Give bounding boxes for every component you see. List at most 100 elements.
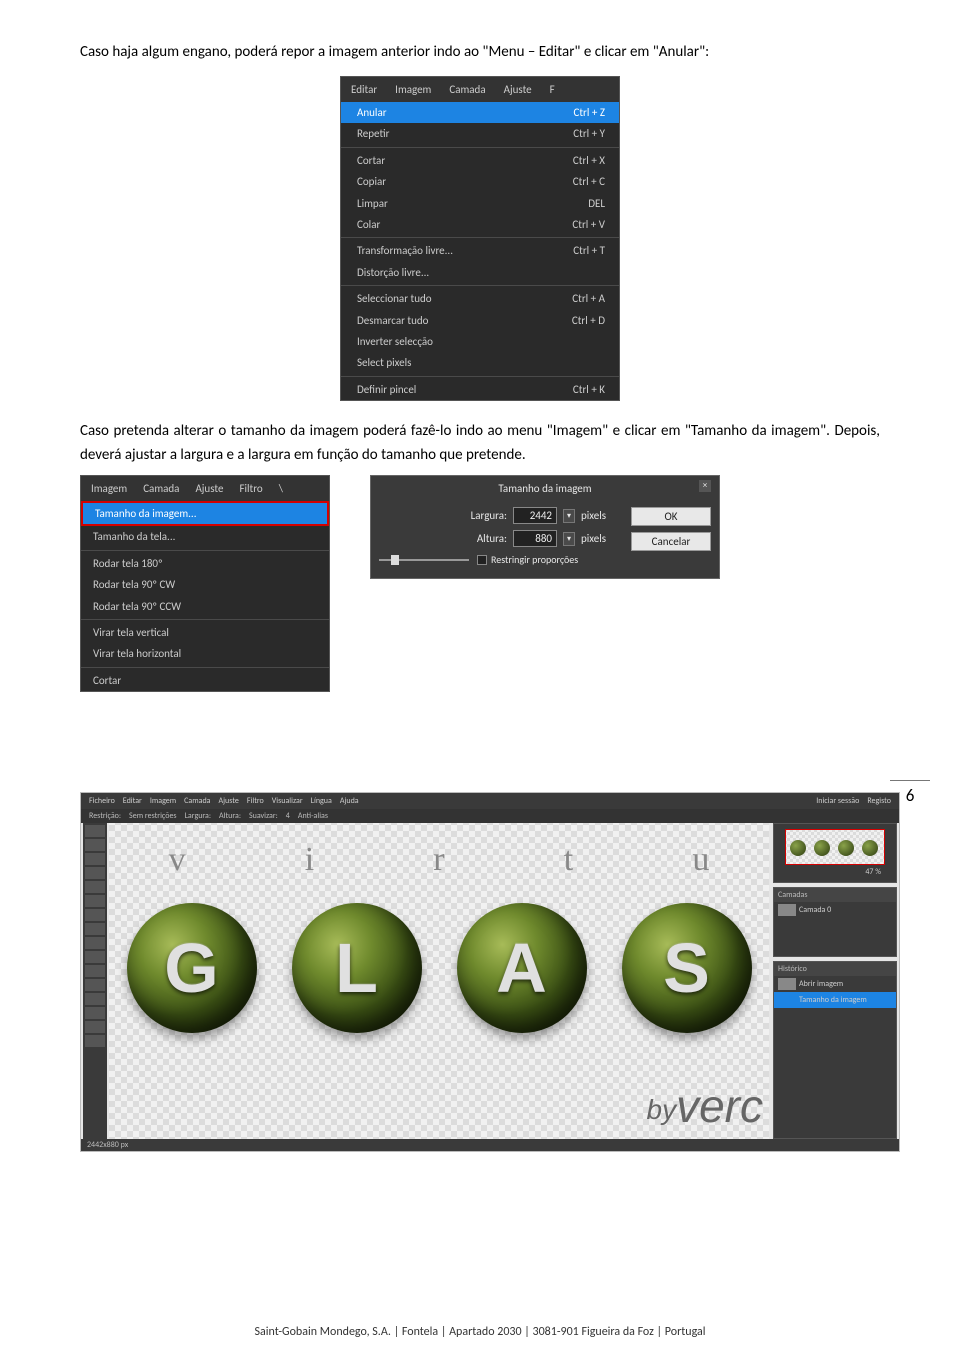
menu-item-shortcut: Ctrl + T — [573, 243, 605, 258]
zoom-slider[interactable] — [379, 559, 469, 561]
menu-item-select-pixels[interactable]: Select pixels — [341, 352, 619, 373]
history-thumb-icon — [778, 994, 796, 1006]
menu-item-shortcut: Ctrl + Z — [573, 105, 605, 120]
layer-row[interactable]: Camada 0 — [774, 902, 896, 918]
tool-icon[interactable] — [85, 979, 105, 991]
paragraph-intro-1: Caso haja algum engano, poderá repor a i… — [80, 40, 880, 64]
largura-unit: pixels — [581, 509, 621, 522]
menu-item-label: Rodar tela 90º CW — [93, 577, 175, 592]
editor-menu-item[interactable]: Ajuda — [340, 796, 359, 806]
menu-item-anular[interactable]: Anular Ctrl + Z — [341, 102, 619, 123]
editor-menu-item[interactable]: Editar — [123, 796, 142, 806]
orb: S — [622, 903, 752, 1033]
editor-link-login[interactable]: Iniciar sessão — [816, 796, 859, 806]
tool-icon[interactable] — [85, 1007, 105, 1019]
navigator-thumb[interactable] — [785, 829, 885, 865]
altura-input[interactable]: 880 — [513, 530, 557, 547]
tool-icon[interactable] — [85, 825, 105, 837]
tool-icon[interactable] — [85, 867, 105, 879]
largura-input[interactable]: 2442 — [513, 507, 557, 524]
dialog-title: Tamanho da imagem × — [375, 480, 715, 501]
optbar-value: 4 — [286, 811, 290, 821]
tool-icon[interactable] — [85, 895, 105, 907]
tool-icon[interactable] — [85, 993, 105, 1005]
editor-menu-item[interactable]: Língua — [311, 796, 332, 806]
menu-item-rodar-180[interactable]: Rodar tela 180º — [81, 553, 329, 574]
menu-item-desmarcar-tudo[interactable]: Desmarcar tudo Ctrl + D — [341, 310, 619, 331]
menu-item-transformacao[interactable]: Transformação livre... Ctrl + T — [341, 240, 619, 261]
editor-menu-item[interactable]: Ajuste — [219, 796, 239, 806]
chevron-down-icon[interactable]: ▾ — [563, 532, 575, 546]
history-label: Abrir imagem — [799, 979, 843, 989]
optbar-label: Suavizar: — [249, 811, 278, 821]
orb-letter: A — [496, 928, 547, 1008]
tool-icon[interactable] — [85, 937, 105, 949]
menu-item-label: Rodar tela 90º CCW — [93, 599, 181, 614]
cancel-button[interactable]: Cancelar — [631, 532, 711, 551]
editor-canvas[interactable]: v i r t u G L A S byverc — [109, 823, 769, 1139]
menu-item-seleccionar-tudo[interactable]: Seleccionar tudo Ctrl + A — [341, 288, 619, 309]
ok-button[interactable]: OK — [631, 507, 711, 526]
menu-separator — [81, 619, 329, 620]
menu-item-tamanho-tela[interactable]: Tamanho da tela... — [81, 526, 329, 547]
editor-menu-item[interactable]: Filtro — [247, 796, 264, 806]
editar-menu-bar: Editar Imagem Camada Ajuste F — [341, 77, 619, 102]
chevron-down-icon[interactable]: ▾ — [563, 509, 575, 523]
tool-icon[interactable] — [85, 909, 105, 921]
tool-icon[interactable] — [85, 965, 105, 977]
page-footer: Saint-Gobain Mondego, S.A. | Fontela | A… — [0, 1325, 960, 1339]
history-item[interactable]: Abrir imagem — [774, 976, 896, 992]
editor-menu-item[interactable]: Camada — [184, 796, 210, 806]
tool-icon[interactable] — [85, 839, 105, 851]
optbar-checkbox-label[interactable]: Anti-alias — [298, 811, 328, 821]
pixlr-editor-screenshot: Ficheiro Editar Imagem Camada Ajuste Fil… — [80, 792, 900, 1152]
editor-menu-item[interactable]: Imagem — [150, 796, 176, 806]
menu-item-definir-pincel[interactable]: Definir pincel Ctrl + K — [341, 379, 619, 400]
tool-icon[interactable] — [85, 1021, 105, 1033]
menu-item-repetir[interactable]: Repetir Ctrl + Y — [341, 123, 619, 144]
menu-item-label: Cortar — [93, 673, 121, 688]
tool-palette — [83, 823, 107, 1139]
slider-thumb[interactable] — [391, 555, 399, 565]
menu-bar-item: Ajuste — [195, 482, 223, 495]
menu-item-shortcut: Ctrl + C — [573, 174, 605, 189]
paragraph-intro-2: Caso pretenda alterar o tamanho da image… — [80, 419, 880, 467]
canvas-logo-text: byverc — [647, 1079, 763, 1133]
canvas-orbs: G L A S — [109, 903, 769, 1033]
restrict-checkbox[interactable]: Restringir proporções — [477, 553, 578, 566]
close-icon[interactable]: × — [699, 480, 711, 492]
menu-item-cortar[interactable]: Cortar — [81, 670, 329, 691]
editor-menu-item[interactable]: Visualizar — [272, 796, 303, 806]
canvas-letter: v — [169, 841, 186, 879]
menu-separator — [81, 667, 329, 668]
menu-separator — [341, 285, 619, 286]
editor-menu-item[interactable]: Ficheiro — [89, 796, 115, 806]
editor-link-register[interactable]: Registo — [867, 796, 891, 806]
menu-item-limpar[interactable]: Limpar DEL — [341, 193, 619, 214]
menu-item-rodar-90cw[interactable]: Rodar tela 90º CW — [81, 574, 329, 595]
checkbox-icon[interactable] — [477, 555, 487, 565]
tool-icon[interactable] — [85, 1035, 105, 1047]
canvas-letter: i — [305, 841, 314, 879]
tool-icon[interactable] — [85, 881, 105, 893]
tool-icon[interactable] — [85, 951, 105, 963]
menu-bar-item: Camada — [449, 83, 485, 96]
tool-icon[interactable] — [85, 853, 105, 865]
menu-item-virar-vertical[interactable]: Virar tela vertical — [81, 622, 329, 643]
optbar-label: Restrição: — [89, 811, 121, 821]
menu-item-label: Desmarcar tudo — [357, 313, 428, 328]
menu-bar-item: Imagem — [91, 482, 127, 495]
altura-label: Altura: — [451, 532, 507, 545]
orb: G — [127, 903, 257, 1033]
menu-item-distorcao[interactable]: Distorção livre... — [341, 262, 619, 283]
tool-icon[interactable] — [85, 923, 105, 935]
menu-item-inverter-seleccao[interactable]: Inverter selecção — [341, 331, 619, 352]
menu-item-rodar-90ccw[interactable]: Rodar tela 90º CCW — [81, 596, 329, 617]
menu-item-cortar[interactable]: Cortar Ctrl + X — [341, 150, 619, 171]
menu-item-tamanho-imagem[interactable]: Tamanho da imagem... — [81, 501, 329, 526]
layers-title: Camadas — [774, 888, 896, 902]
menu-item-copiar[interactable]: Copiar Ctrl + C — [341, 171, 619, 192]
menu-item-virar-horizontal[interactable]: Virar tela horizontal — [81, 643, 329, 664]
menu-item-colar[interactable]: Colar Ctrl + V — [341, 214, 619, 235]
history-item[interactable]: Tamanho da imagem — [774, 992, 896, 1008]
